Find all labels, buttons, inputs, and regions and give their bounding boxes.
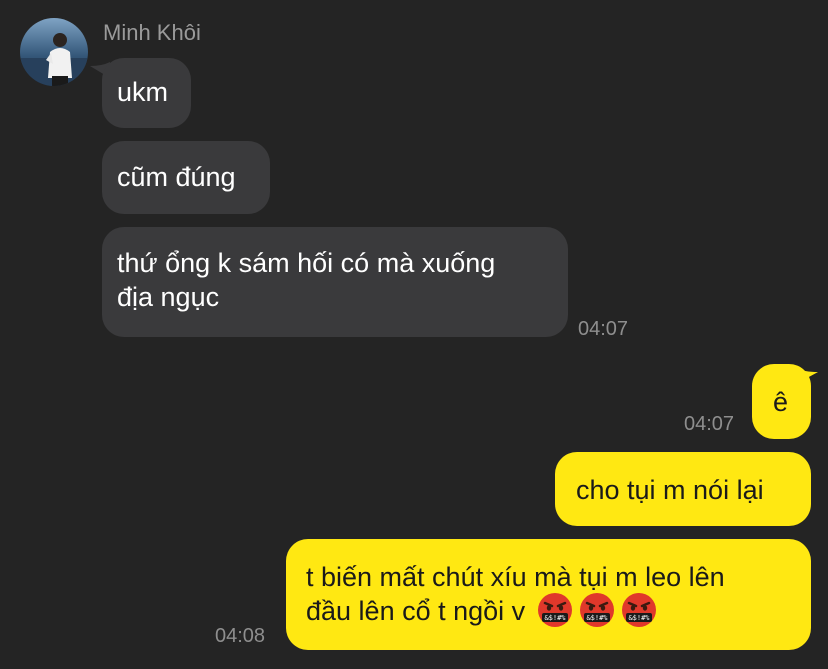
outgoing-message[interactable]: t biến mất chút xíu mà tụi m leo lên đầu… [286, 539, 811, 650]
bubble-tail-icon [796, 368, 818, 384]
message-text: ukm [117, 77, 169, 107]
message-text: cũm đúng [117, 162, 236, 192]
message-text-line-1: thứ ổng k sám hối có mà xuống [117, 248, 496, 278]
cursing-symbols: &$!#% [544, 614, 566, 622]
angry-cursing-face-icon: &$!#% [579, 592, 614, 627]
message-text-line-2: địa ngục [117, 282, 220, 312]
avatar-photo-icon [20, 18, 88, 86]
incoming-message[interactable]: cũm đúng [102, 141, 270, 214]
message-timestamp: 04:07 [684, 413, 735, 435]
chat-screen: Minh Khôi ukm cũm đúng thứ ổng k sám hối… [0, 0, 828, 669]
emoji-group: &$!#% &$!#% &$!#% [537, 592, 657, 628]
cursing-symbols: &$!#% [628, 614, 650, 622]
sender-avatar[interactable] [20, 18, 88, 86]
message-timestamp: 04:07 [578, 318, 629, 340]
angry-cursing-face-icon: &$!#% [621, 592, 656, 627]
message-text-line-1: t biến mất chút xíu mà tụi m leo lên [306, 562, 725, 592]
message-line-2: đầu lên cổ t ngồi v &$!#% &$!#% &$!#% [306, 592, 811, 628]
cursing-symbols: &$!#% [586, 614, 608, 622]
incoming-message[interactable]: ukm [102, 58, 191, 128]
sender-name: Minh Khôi [103, 20, 201, 45]
outgoing-message[interactable]: cho tụi m nói lại [555, 452, 811, 526]
message-text: cho tụi m nói lại [576, 475, 764, 505]
angry-cursing-face-icon: &$!#% [537, 592, 572, 627]
message-text-line-2: đầu lên cổ t ngồi v [306, 596, 526, 626]
message-text: ê [773, 387, 789, 417]
incoming-message[interactable]: thứ ổng k sám hối có mà xuống địa ngục [102, 227, 568, 337]
message-timestamp: 04:08 [215, 625, 266, 647]
